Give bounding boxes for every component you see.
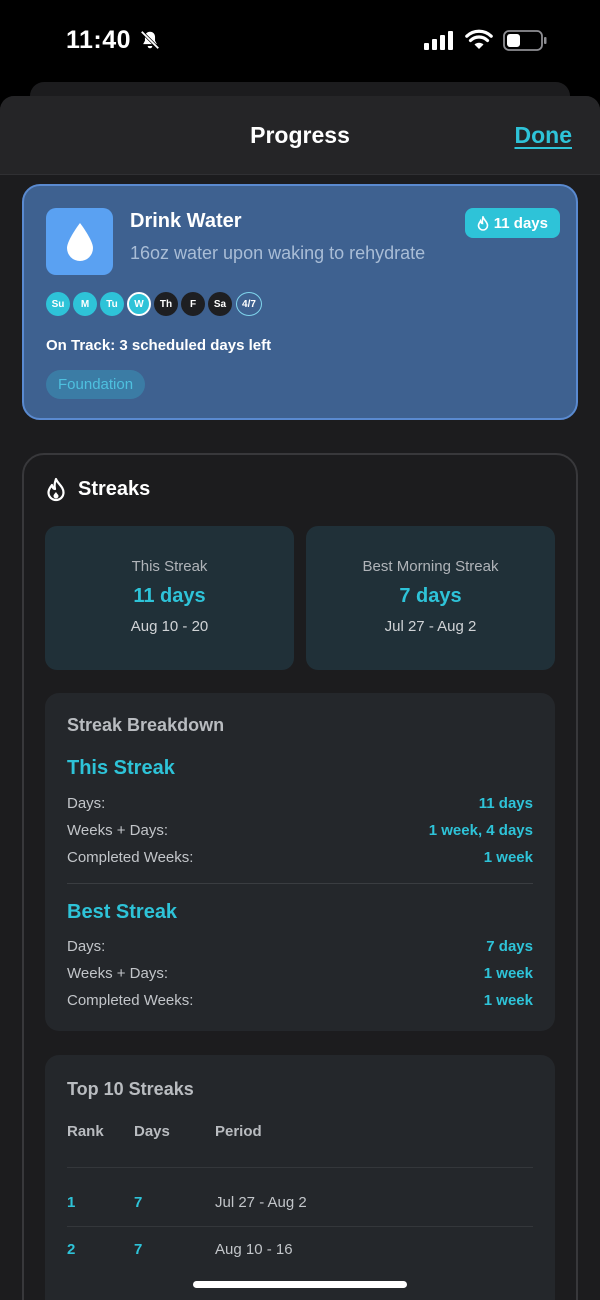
day-wednesday[interactable]: W bbox=[127, 292, 151, 316]
nav-bar: Progress Done bbox=[0, 96, 600, 175]
streaks-header: Streaks bbox=[46, 477, 150, 502]
breakdown-this-title: This Streak bbox=[67, 757, 175, 779]
done-button[interactable]: Done bbox=[515, 122, 573, 149]
week-days: Su M Tu W Th F Sa 4/7 bbox=[46, 292, 262, 316]
day-sunday[interactable]: Su bbox=[46, 292, 70, 316]
streak-badge-label: 11 days bbox=[493, 214, 548, 232]
column-header-days: Days bbox=[134, 1123, 170, 1140]
row-label: Weeks + Days: bbox=[67, 822, 169, 839]
row-label: Days: bbox=[67, 795, 106, 812]
breakdown-this-weeks-days: Weeks + Days: 1 week, 4 days bbox=[67, 822, 533, 839]
best-streak-label: Best Morning Streak bbox=[362, 558, 499, 575]
breakdown-title: Streak Breakdown bbox=[67, 715, 225, 735]
column-header-rank: Rank bbox=[67, 1123, 104, 1140]
row-value: 7 days bbox=[486, 938, 533, 955]
row-label: Weeks + Days: bbox=[67, 965, 169, 982]
table-header-divider bbox=[67, 1167, 533, 1168]
battery-icon bbox=[503, 30, 547, 51]
table-row-2-rank: 2 bbox=[67, 1241, 76, 1258]
habit-description: 16oz water upon waking to rehydrate bbox=[130, 243, 426, 263]
row-value: 11 days bbox=[478, 795, 533, 812]
water-drop-icon bbox=[46, 208, 113, 275]
cellular-signal-icon bbox=[424, 31, 453, 50]
table-row-2-days: 7 bbox=[134, 1241, 143, 1258]
day-friday[interactable]: F bbox=[181, 292, 205, 316]
breakdown-best-weeks-days: Weeks + Days: 1 week bbox=[67, 965, 533, 982]
habit-title: Drink Water bbox=[130, 210, 242, 232]
row-value: 1 week bbox=[483, 992, 533, 1009]
breakdown-this-completed: Completed Weeks: 1 week bbox=[67, 849, 533, 866]
this-streak-label: This Streak bbox=[131, 558, 208, 575]
table-row-2-period: Aug 10 - 16 bbox=[215, 1241, 293, 1258]
bell-slash-icon bbox=[140, 30, 160, 50]
breakdown-this-days: Days: 11 days bbox=[67, 795, 533, 812]
table-row-1-days: 7 bbox=[134, 1194, 143, 1211]
category-tag: Foundation bbox=[46, 370, 146, 399]
on-track-status: On Track: 3 scheduled days left bbox=[46, 337, 272, 354]
streaks-card: Streaks This Streak 11 days Aug 10 - 20 … bbox=[22, 453, 578, 1300]
row-value: 1 week bbox=[483, 849, 533, 866]
column-header-period: Period bbox=[215, 1123, 262, 1140]
row-label: Completed Weeks: bbox=[67, 992, 194, 1009]
streak-badge: 11 days bbox=[464, 208, 560, 238]
row-label: Completed Weeks: bbox=[67, 849, 194, 866]
top-streaks-table: Top 10 Streaks Rank Days Period 1 7 Jul … bbox=[45, 1055, 555, 1300]
habit-card[interactable]: Drink Water 16oz water upon waking to re… bbox=[22, 184, 578, 420]
day-tuesday[interactable]: Tu bbox=[100, 292, 124, 316]
flame-icon bbox=[47, 477, 65, 502]
day-monday[interactable]: M bbox=[73, 292, 97, 316]
this-streak-box: This Streak 11 days Aug 10 - 20 bbox=[45, 526, 294, 670]
table-row-divider bbox=[67, 1226, 533, 1227]
flame-icon bbox=[477, 215, 489, 231]
breakdown-best-days: Days: 7 days bbox=[67, 938, 533, 955]
best-streak-range: Jul 27 - Aug 2 bbox=[384, 618, 477, 635]
row-value: 1 week bbox=[483, 965, 533, 982]
best-streak-value: 7 days bbox=[399, 585, 462, 607]
wifi-icon bbox=[465, 29, 493, 49]
row-value: 1 week, 4 days bbox=[428, 822, 533, 839]
page-title: Progress bbox=[250, 122, 350, 148]
this-streak-range: Aug 10 - 20 bbox=[130, 618, 209, 635]
week-count: 4/7 bbox=[236, 292, 262, 316]
status-time: 11:40 bbox=[66, 26, 132, 54]
top-streaks-title: Top 10 Streaks bbox=[67, 1079, 194, 1099]
home-indicator[interactable] bbox=[193, 1281, 407, 1288]
this-streak-value: 11 days bbox=[133, 585, 206, 607]
row-label: Days: bbox=[67, 938, 106, 955]
streaks-title: Streaks bbox=[78, 478, 151, 500]
best-streak-box: Best Morning Streak 7 days Jul 27 - Aug … bbox=[306, 526, 555, 670]
table-row-1-period: Jul 27 - Aug 2 bbox=[215, 1194, 307, 1211]
streak-breakdown: Streak Breakdown This Streak Days: 11 da… bbox=[45, 693, 555, 1031]
breakdown-best-title: Best Streak bbox=[67, 901, 178, 923]
day-saturday[interactable]: Sa bbox=[208, 292, 232, 316]
day-thursday[interactable]: Th bbox=[154, 292, 178, 316]
breakdown-divider bbox=[67, 883, 533, 884]
progress-sheet: Progress Done Drink Water 16oz water upo… bbox=[0, 96, 600, 1300]
breakdown-best-completed: Completed Weeks: 1 week bbox=[67, 992, 533, 1009]
status-bar: 11:40 bbox=[0, 0, 600, 82]
table-row-1-rank: 1 bbox=[67, 1194, 76, 1211]
